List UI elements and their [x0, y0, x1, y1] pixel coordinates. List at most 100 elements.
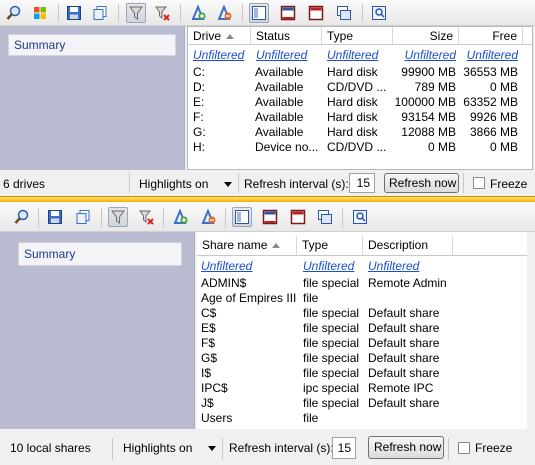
filter-row: Unfiltered Unfiltered Unfiltered Unfilte…	[188, 48, 532, 63]
clear-filter-icon[interactable]	[136, 207, 156, 227]
table-row[interactable]: H: Device no... CD/DVD ... 0 MB 0 MB	[188, 140, 532, 155]
cell-type: file special	[303, 336, 360, 350]
cell-share-name: Age of Empires III	[201, 291, 297, 305]
cell-share-name: G$	[201, 351, 218, 365]
refresh-now-button[interactable]: Refresh now	[384, 173, 459, 193]
column-header-status[interactable]: Status	[251, 27, 322, 44]
filter-icon[interactable]	[126, 3, 146, 23]
refresh-interval-input[interactable]: 15	[349, 173, 375, 193]
remove-column-icon[interactable]	[198, 207, 218, 227]
layout-vertical-icon[interactable]	[288, 207, 308, 227]
table-row[interactable]: F$ file special Default share	[197, 336, 527, 351]
cell-type: CD/DVD ...	[327, 80, 387, 94]
highlights-dropdown[interactable]: Highlights on	[139, 177, 208, 191]
column-header-description[interactable]: Description	[363, 236, 453, 255]
layout-single-icon[interactable]	[232, 207, 252, 227]
cell-type: file special	[303, 321, 360, 335]
drives-pane: Summary Drive Status Type Size Free Unfi…	[0, 0, 535, 196]
toolbar-separator	[342, 208, 343, 228]
highlights-dropdown[interactable]: Highlights on	[123, 441, 192, 455]
cell-type: Hard disk	[327, 65, 378, 79]
refresh-interval-input[interactable]: 15	[332, 437, 356, 459]
properties-icon[interactable]	[350, 207, 370, 227]
table-row[interactable]: G: Available Hard disk 12088 MB 3866 MB	[188, 125, 532, 140]
filter-status[interactable]: Unfiltered	[256, 48, 318, 63]
save-icon[interactable]	[45, 207, 65, 227]
share-count: 10 local shares	[10, 441, 91, 455]
column-header-free[interactable]: Free	[459, 27, 523, 44]
status-separator	[129, 173, 130, 193]
cell-type: Hard disk	[327, 110, 378, 124]
freeze-checkbox[interactable]	[458, 442, 470, 454]
table-row[interactable]: C$ file special Default share	[197, 306, 527, 321]
properties-icon[interactable]	[369, 3, 389, 23]
filter-drive[interactable]: Unfiltered	[193, 48, 249, 63]
table-row[interactable]: Users file	[197, 411, 527, 426]
table-row[interactable]: D: Available CD/DVD ... 789 MB 0 MB	[188, 80, 532, 95]
toolbar-separator	[180, 4, 181, 22]
cell-description: Remote IPC	[368, 381, 434, 395]
cell-drive: E:	[193, 95, 205, 109]
cell-size: 0 MB	[427, 140, 456, 154]
remove-column-icon[interactable]	[214, 3, 234, 23]
cell-type: file special	[303, 366, 360, 380]
cell-free: 63352 MB	[463, 95, 518, 109]
table-row[interactable]: J$ file special Default share	[197, 396, 527, 411]
table-row[interactable]: ADMIN$ file special Remote Admin	[197, 276, 527, 291]
table-row[interactable]: IPC$ ipc special Remote IPC	[197, 381, 527, 396]
cell-type: CD/DVD ...	[327, 140, 387, 154]
new-window-icon[interactable]	[334, 3, 354, 23]
column-header-drive[interactable]: Drive	[188, 27, 251, 44]
column-header-type[interactable]: Type	[297, 236, 363, 255]
cell-type: file special	[303, 276, 360, 290]
cell-description: Default share	[368, 336, 440, 350]
toolbar-separator	[58, 4, 59, 22]
search-icon[interactable]	[4, 3, 24, 23]
filter-type[interactable]: Unfiltered	[327, 48, 389, 63]
column-header-size[interactable]: Size	[393, 27, 459, 44]
summary-item[interactable]: Summary	[8, 34, 176, 56]
search-icon[interactable]	[12, 207, 32, 227]
filter-type[interactable]: Unfiltered	[303, 259, 363, 274]
table-row[interactable]: I$ file special Default share	[197, 366, 527, 381]
windows-logo-icon[interactable]	[30, 3, 50, 23]
cell-type: file special	[303, 306, 360, 320]
table-row[interactable]: C: Available Hard disk 99900 MB 36553 MB	[188, 65, 532, 80]
summary-item[interactable]: Summary	[18, 242, 182, 266]
filter-size[interactable]: Unfiltered	[395, 48, 456, 63]
freeze-checkbox[interactable]	[473, 177, 485, 189]
add-column-icon[interactable]	[188, 3, 208, 23]
copy-icon[interactable]	[73, 207, 93, 227]
table-row[interactable]: F: Available Hard disk 93154 MB 9926 MB	[188, 110, 532, 125]
column-header-type[interactable]: Type	[322, 27, 393, 44]
copy-icon[interactable]	[90, 3, 110, 23]
layout-single-icon[interactable]	[249, 3, 269, 23]
cell-free: 0 MB	[489, 80, 518, 94]
table-row[interactable]: E: Available Hard disk 100000 MB 63352 M…	[188, 95, 532, 110]
new-window-icon[interactable]	[315, 207, 335, 227]
refresh-now-button[interactable]: Refresh now	[368, 436, 444, 459]
layout-horizontal-icon[interactable]	[260, 207, 280, 227]
column-header-share-name[interactable]: Share name	[197, 236, 297, 255]
cell-status: Available	[255, 80, 304, 94]
table-row[interactable]: E$ file special Default share	[197, 321, 527, 336]
table-row[interactable]: Age of Empires III file	[197, 291, 527, 306]
filter-description[interactable]: Unfiltered	[368, 259, 448, 274]
cell-description: Remote Admin	[368, 276, 447, 290]
save-icon[interactable]	[64, 3, 84, 23]
status-bar: 6 drives Highlights on Refresh interval …	[0, 170, 535, 196]
cell-status: Available	[255, 125, 304, 139]
chevron-down-icon[interactable]	[224, 182, 232, 187]
cell-share-name: Users	[201, 411, 233, 425]
clear-filter-icon[interactable]	[152, 3, 172, 23]
add-column-icon[interactable]	[170, 207, 190, 227]
filter-share-name[interactable]: Unfiltered	[201, 259, 291, 274]
toolbar-separator	[101, 208, 102, 228]
filter-free[interactable]: Unfiltered	[461, 48, 518, 63]
table-row[interactable]: G$ file special Default share	[197, 351, 527, 366]
chevron-down-icon[interactable]	[208, 446, 216, 451]
layout-horizontal-icon[interactable]	[278, 3, 298, 23]
filter-icon[interactable]	[108, 207, 128, 227]
cell-type: file	[303, 411, 319, 425]
layout-vertical-icon[interactable]	[306, 3, 326, 23]
